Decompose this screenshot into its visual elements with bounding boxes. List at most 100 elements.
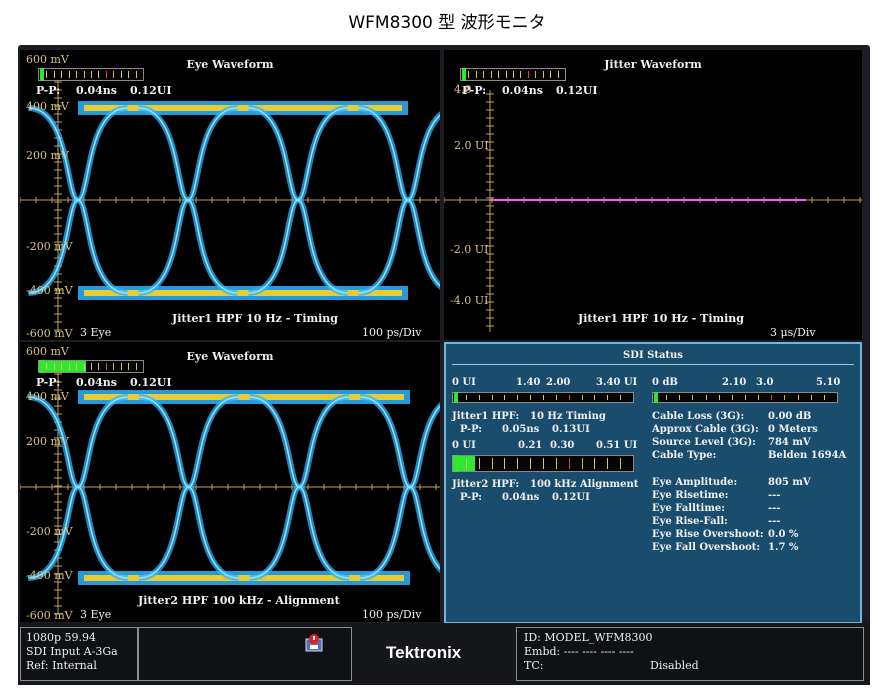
meter-tick [479,458,480,469]
meter-tick [594,395,595,400]
meter-tick [798,395,799,400]
device-id: ID: MODEL_WFM8300 [524,631,653,644]
meter-tick [476,71,477,78]
meter-tick [61,363,62,370]
meter-tick [113,71,114,78]
pp-label: P-P: [36,84,61,97]
cable-value: 784 mV [768,437,811,448]
eye-value: 1.7 % [768,542,799,553]
time-scale: 100 ps/Div [362,608,422,621]
meter-tick [69,71,70,78]
jitter1-pp-ui: 0.13UI [552,424,590,435]
time-scale: 3 μs/Div [770,326,816,339]
level-meter [38,360,144,373]
meter-tick [128,71,129,78]
pp-ui: 0.12UI [130,84,172,97]
time-scale: 100 ps/Div [362,326,422,339]
cable-scale-2: 3.0 [756,377,774,388]
jitter1-label: Jitter1 HPF: [452,411,520,422]
cable-loss-meter [652,392,838,403]
cable-label: Approx Cable (3G): [652,424,759,435]
meter-tick [706,395,707,400]
meter-tick [569,458,570,469]
jitter2-scale-2: 0.30 [550,440,575,451]
meter-tick [504,395,505,400]
pp-ns: 0.04ns [76,376,117,389]
y-label-400: 400 mV [26,100,69,113]
sdi-input: SDI Input A-3Ga [26,645,118,658]
pp-label: P-P: [462,84,487,97]
y-label-neg400: -400 mV [26,569,73,582]
jitter1-value: 10 Hz Timing [530,411,606,422]
meter-marker [654,392,658,403]
jitter2-scale-1: 0.21 [518,440,543,451]
embedded-audio: Embd: ---- ---- ---- ---- [524,645,634,658]
cable-label: Source Level (3G): [652,437,756,448]
level-meter [460,68,566,81]
cable-label: Cable Loss (3G): [652,411,745,422]
jitter2-pp-ns: 0.04ns [502,492,540,503]
meter-marker [454,392,458,403]
eye-label: Eye Amplitude: [652,477,738,488]
document-title: WFM8300 型 波形モニタ [348,13,546,33]
meter-tick [136,363,137,370]
meter-tick [491,71,492,78]
meter-tick [530,395,531,400]
y-label-top: 600 mV [26,345,69,358]
eye-waveform-tile-bottom[interactable]: Eye Waveform 600 mV P-P: 0.04ns 0.12UI 4… [20,342,440,622]
meter-tick [607,395,608,400]
cable-scale-3: 5.10 [816,377,841,388]
meter-tick [620,458,621,469]
eye-waveform-tile-top[interactable]: Eye Waveform 600 mV P-P: 0.04ns 0.12UI 4… [20,50,440,340]
meter-tick [771,395,772,400]
waveform-monitor-screen: Eye Waveform 600 mV P-P: 0.04ns 0.12UI 4… [18,45,870,685]
cable-value: 0 Meters [768,424,818,435]
pp-ui: 0.12UI [130,376,172,389]
meter-tick [811,395,812,400]
meter-tick [98,71,99,78]
eye-value: 0.0 % [768,529,799,540]
meter-tick [46,71,47,78]
meter-tick [483,71,484,78]
eye-top-rail-hot [84,394,404,400]
meter-tick [54,71,55,78]
meter-tick [620,395,621,400]
jitter1-pp-label: P-P: [460,424,482,435]
meter-tick [98,363,99,370]
pp-ui: 0.12UI [556,84,598,97]
meter-tick [520,71,521,78]
meter-tick [121,71,122,78]
cable-scale-0: 0 dB [652,377,678,388]
meter-marker [454,455,458,472]
meter-tick [582,458,583,469]
pp-label: P-P: [36,376,61,389]
meter-tick [506,71,507,78]
sdi-status-tile[interactable]: SDI Status 0 UI 1.40 2.00 3.40 UI Jitter… [444,342,862,624]
pp-ns: 0.04ns [502,84,543,97]
brand-logo: Tektronix [386,643,462,662]
meter-tick [758,395,759,400]
alarm-icon[interactable] [304,633,324,653]
meter-tick [535,71,536,78]
status-bar: 1080p 59.94 SDI Input A-3Ga Ref: Interna… [18,623,870,685]
eye-label: Eye Falltime: [652,503,725,514]
meter-tick [504,458,505,469]
jitter-waveform-tile[interactable]: Jitter Waveform 4.0 P-P: 0.04ns 0.12UI 2… [444,50,862,340]
y-label-200: 200 mV [26,435,69,448]
eye-label: Eye Rise Overshoot: [652,529,764,540]
meter-tick [594,458,595,469]
jitter2-scale-0: 0 UI [452,440,476,451]
meter-tick [745,395,746,400]
video-format: 1080p 59.94 [26,631,97,644]
y-label-neg2ui: -2.0 UI [450,243,489,256]
y-label-top: 600 mV [26,53,69,66]
jitter2-meter [452,455,634,472]
filter-label: Jitter1 HPF 10 Hz - Timing [172,312,338,325]
cable-label: Cable Type: [652,450,717,461]
y-label-neg200: -200 mV [26,525,73,538]
meter-tick [492,395,493,400]
meter-tick [558,71,559,78]
tile-title: SDI Status [623,350,683,361]
meter-tick [76,363,77,370]
filter-label: Jitter1 HPF 10 Hz - Timing [578,312,744,325]
